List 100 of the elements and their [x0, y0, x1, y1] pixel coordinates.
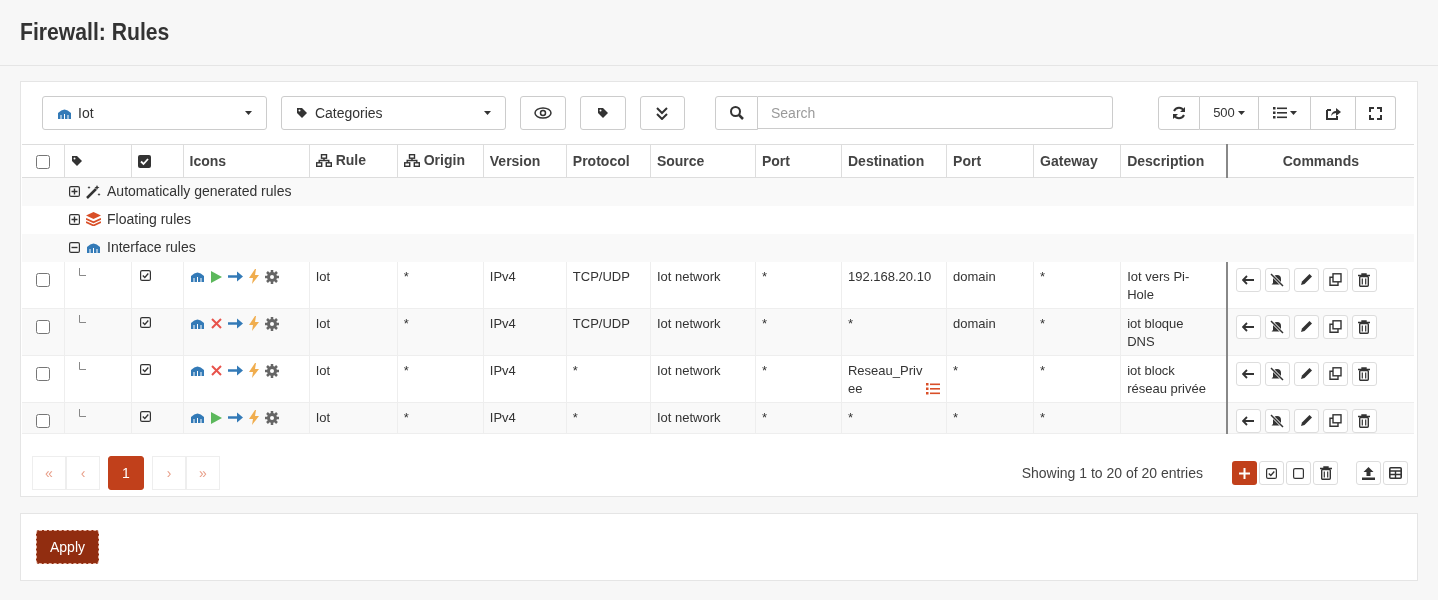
- search-button[interactable]: [715, 96, 758, 130]
- play-icon: [210, 270, 222, 283]
- fullscreen-button[interactable]: [1356, 96, 1396, 130]
- trash-icon: [1358, 413, 1371, 428]
- log-toggle-button[interactable]: [1264, 408, 1290, 433]
- column-header[interactable]: Port: [953, 152, 982, 169]
- clone-button[interactable]: [1322, 267, 1348, 292]
- rule-row[interactable]: Iot * IPv4 TCP/UDP Iot network * 192.168.20.10 domain * Iot vers Pi-Hole: [22, 261, 1414, 308]
- delete-button[interactable]: [1351, 361, 1377, 386]
- column-header[interactable]: Version: [489, 152, 541, 169]
- clone-button[interactable]: [1322, 408, 1348, 433]
- column-header[interactable]: Gateway: [1040, 152, 1098, 169]
- visibility-button[interactable]: [519, 96, 566, 130]
- column-header[interactable]: Port: [761, 152, 790, 169]
- edit-button[interactable]: [1293, 267, 1319, 292]
- column-header[interactable]: Rule: [335, 149, 366, 171]
- group-label[interactable]: Interface rules: [107, 236, 196, 258]
- columns-dropdown[interactable]: [1259, 96, 1311, 130]
- clone-button[interactable]: [1322, 314, 1348, 339]
- column-header[interactable]: Source: [656, 152, 705, 169]
- group-label[interactable]: Floating rules: [107, 208, 192, 230]
- move-button[interactable]: [1235, 408, 1261, 433]
- table-cell: Iot: [315, 315, 331, 331]
- clone-button[interactable]: [1322, 361, 1348, 386]
- row-checkbox[interactable]: [35, 272, 50, 287]
- table-cell: *: [403, 362, 409, 378]
- row-checkbox[interactable]: [35, 319, 50, 334]
- table-cell: *: [403, 409, 409, 425]
- column-header[interactable]: Destination: [848, 152, 925, 169]
- gear-icon: [264, 410, 279, 425]
- enable-selected-button[interactable]: [1259, 461, 1284, 485]
- table-cell: *: [403, 315, 409, 331]
- caret-icon: [1289, 111, 1297, 115]
- page-size-dropdown[interactable]: 500: [1200, 96, 1259, 130]
- refresh-button[interactable]: [1158, 96, 1200, 130]
- trash-icon: [1358, 366, 1371, 381]
- log-toggle-button[interactable]: [1264, 361, 1290, 386]
- rule-row[interactable]: Iot * IPv4 * Iot network * * * *: [22, 402, 1414, 434]
- search-field[interactable]: Search: [758, 96, 1113, 129]
- expand-icon[interactable]: [69, 186, 80, 197]
- network-icon: [57, 107, 72, 119]
- table-cell: Iot: [315, 362, 331, 378]
- column-header[interactable]: Commands: [1282, 152, 1359, 169]
- checkbox-icon: [137, 154, 151, 168]
- column-header[interactable]: Protocol: [572, 152, 630, 169]
- tag-button[interactable]: [579, 96, 626, 130]
- export-icon: [1325, 106, 1341, 120]
- expand-all-button[interactable]: [639, 96, 685, 130]
- tree-branch-icon: [78, 314, 86, 323]
- table-cell: *: [1040, 409, 1046, 425]
- rule-row[interactable]: Iot * IPv4 * Iot network * Reseau_Privee * * iot block réseau privée: [22, 355, 1414, 402]
- categories-dropdown[interactable]: Categories: [280, 96, 506, 130]
- export-button[interactable]: [1311, 96, 1356, 130]
- lightning-icon: [248, 410, 259, 425]
- bell-slash-icon: [1270, 272, 1285, 287]
- apply-button[interactable]: Apply: [36, 530, 100, 564]
- log-toggle-button[interactable]: [1264, 267, 1290, 292]
- delete-selected-button[interactable]: [1313, 461, 1338, 485]
- edit-button[interactable]: [1293, 361, 1319, 386]
- table-button[interactable]: [1383, 461, 1408, 485]
- select-all-checkbox[interactable]: [35, 154, 50, 169]
- row-checkbox[interactable]: [35, 366, 50, 381]
- add-button[interactable]: [1232, 461, 1257, 485]
- row-checkbox[interactable]: [35, 413, 50, 428]
- delete-button[interactable]: [1351, 314, 1377, 339]
- pencil-icon: [1299, 320, 1313, 333]
- move-button[interactable]: [1235, 267, 1261, 292]
- upload-button[interactable]: [1356, 461, 1381, 485]
- edit-button[interactable]: [1293, 408, 1319, 433]
- column-header[interactable]: Origin: [423, 149, 465, 171]
- checked-square-icon: [1266, 467, 1277, 479]
- expand-icon[interactable]: [69, 213, 80, 225]
- table-cell: *: [761, 268, 767, 284]
- cross-icon: [210, 318, 222, 329]
- disable-selected-button[interactable]: [1286, 461, 1311, 485]
- column-header[interactable]: Icons: [189, 152, 227, 169]
- collapse-icon[interactable]: [69, 241, 80, 253]
- delete-button[interactable]: [1351, 267, 1377, 292]
- arrow-right-icon: [227, 412, 243, 423]
- network-icon: [189, 271, 205, 282]
- column-header[interactable]: Description: [1127, 152, 1205, 169]
- delete-button[interactable]: [1351, 408, 1377, 433]
- edit-button[interactable]: [1293, 314, 1319, 339]
- page-button[interactable]: 1: [108, 456, 144, 490]
- table-cell: *: [761, 315, 767, 331]
- log-toggle-button[interactable]: [1264, 314, 1290, 339]
- move-button[interactable]: [1235, 314, 1261, 339]
- interface-dropdown[interactable]: Iot: [42, 96, 267, 130]
- refresh-icon: [1172, 106, 1186, 120]
- rule-row[interactable]: Iot * IPv4 TCP/UDP Iot network * * domain * iot bloque DNS: [22, 308, 1414, 355]
- copy-icon: [1328, 320, 1342, 333]
- plus-icon: [1239, 467, 1250, 479]
- move-button[interactable]: [1235, 361, 1261, 386]
- tree-branch-icon: [78, 361, 86, 370]
- gear-icon: [264, 269, 279, 284]
- table-cell: *: [1040, 362, 1046, 378]
- checked-square-icon: [139, 363, 151, 375]
- group-label[interactable]: Automatically generated rules: [107, 181, 292, 202]
- empty-square-icon: [1293, 467, 1304, 479]
- table-cell: domain: [953, 268, 996, 284]
